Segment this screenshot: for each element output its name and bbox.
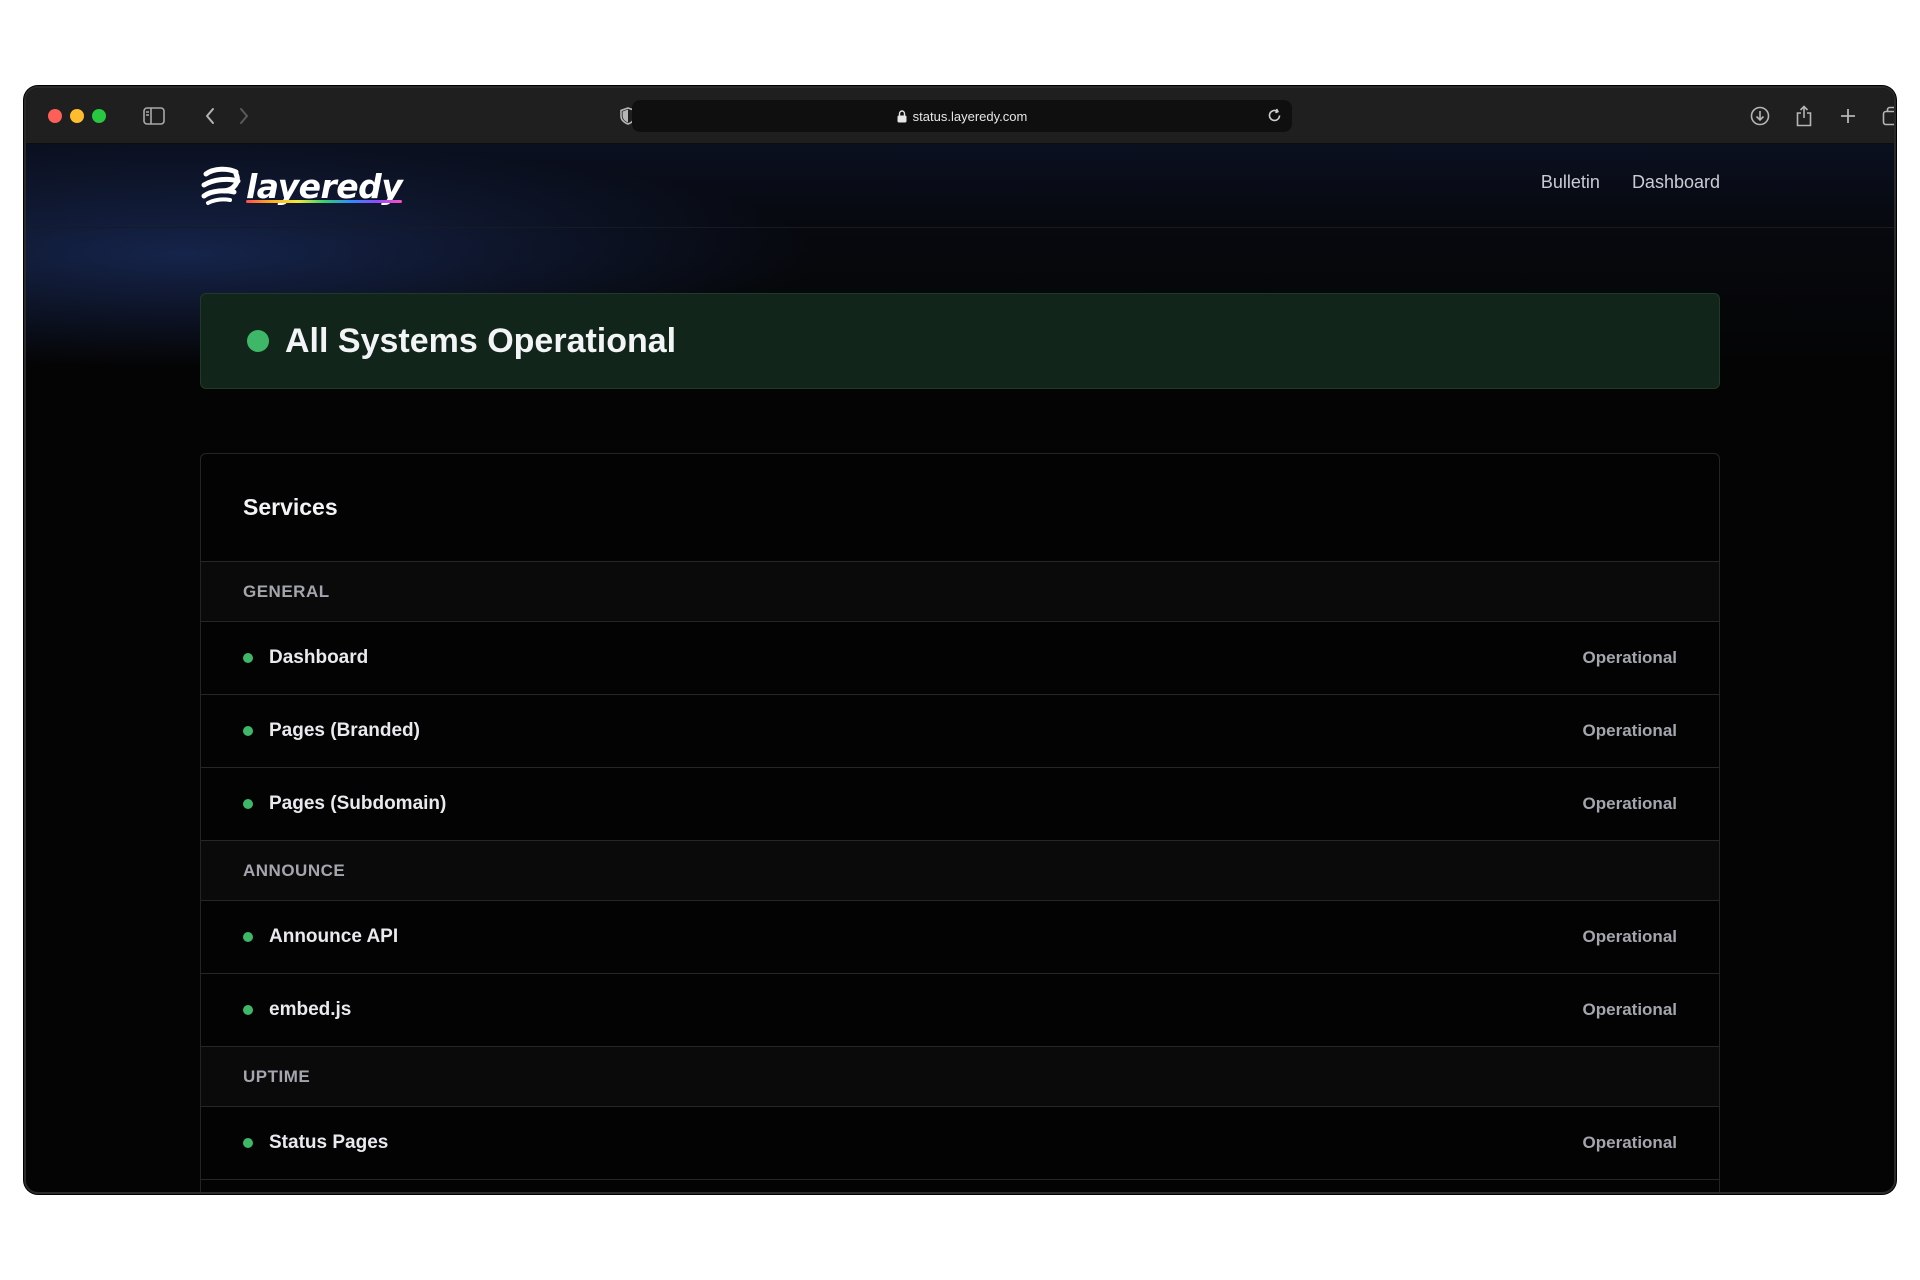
new-tab-plus-icon[interactable] [1834, 102, 1862, 130]
service-row[interactable]: Dashboard Operational [201, 622, 1719, 695]
service-group-uptime: UPTIME [201, 1047, 1719, 1107]
service-name: embed.js [269, 999, 352, 1020]
system-status-banner: All Systems Operational [200, 293, 1720, 389]
services-title: Services [243, 494, 338, 520]
share-icon[interactable] [1790, 102, 1818, 130]
status-dot [243, 1138, 253, 1148]
status-dot [243, 1005, 253, 1015]
browser-window: status.layeredy.com layeredy Bulletin Da… [24, 86, 1896, 1194]
address-url: status.layeredy.com [912, 108, 1028, 124]
service-row[interactable]: Announce API Operational [201, 901, 1719, 974]
top-nav: Bulletin Dashboard [1541, 172, 1720, 193]
system-status-title: All Systems Operational [285, 321, 677, 360]
reload-icon[interactable] [1267, 108, 1282, 123]
service-status: Operational [1582, 794, 1677, 813]
status-page: layeredy Bulletin Dashboard All Systems … [26, 144, 1894, 1192]
status-dot [243, 799, 253, 809]
sidebar-toggle-icon[interactable] [140, 102, 168, 130]
status-indicator-dot [247, 330, 269, 352]
download-icon[interactable] [1746, 102, 1774, 130]
address-bar[interactable]: status.layeredy.com [632, 100, 1292, 132]
site-header: layeredy Bulletin Dashboard [26, 144, 1894, 228]
service-status: Operational [1582, 1133, 1677, 1152]
service-row[interactable]: Pages (Subdomain) Operational [201, 768, 1719, 841]
layeredy-logo[interactable]: layeredy [200, 164, 403, 208]
service-name: Pages (Branded) [269, 720, 420, 741]
service-group-general: GENERAL [201, 562, 1719, 622]
service-group-announce: ANNOUNCE [201, 841, 1719, 901]
services-panel: Services GENERAL Dashboard Operational P… [200, 453, 1720, 1192]
service-status: Operational [1582, 721, 1677, 740]
nav-link-bulletin[interactable]: Bulletin [1541, 172, 1600, 193]
lock-icon [897, 109, 907, 123]
logo-wordmark: layeredy [246, 167, 403, 206]
layers-logo-icon [201, 166, 241, 205]
service-name: Status Pages [269, 1132, 389, 1153]
service-name: Dashboard [269, 647, 369, 668]
service-name: Pages (Subdomain) [269, 793, 447, 814]
service-name: Announce API [269, 926, 399, 947]
status-dot [243, 653, 253, 663]
status-dot [243, 932, 253, 942]
nav-link-dashboard[interactable]: Dashboard [1632, 172, 1720, 193]
service-status: Operational [1582, 1000, 1677, 1019]
zoom-window-button[interactable] [92, 109, 106, 123]
forward-arrow-icon[interactable] [230, 102, 258, 130]
logo-rainbow-underline [246, 199, 403, 203]
tab-overview-icon[interactable] [1878, 102, 1894, 130]
service-status: Operational [1582, 927, 1677, 946]
service-row[interactable]: embed.js Operational [201, 974, 1719, 1047]
service-status: Operational [1582, 648, 1677, 667]
status-dot [243, 726, 253, 736]
services-header: Services [201, 454, 1719, 562]
service-row[interactable]: Status Pages Operational [201, 1107, 1719, 1180]
back-arrow-icon[interactable] [196, 102, 224, 130]
minimize-window-button[interactable] [70, 109, 84, 123]
service-row[interactable]: Pages (Branded) Operational [201, 695, 1719, 768]
browser-toolbar: status.layeredy.com [26, 88, 1894, 144]
close-window-button[interactable] [48, 109, 62, 123]
